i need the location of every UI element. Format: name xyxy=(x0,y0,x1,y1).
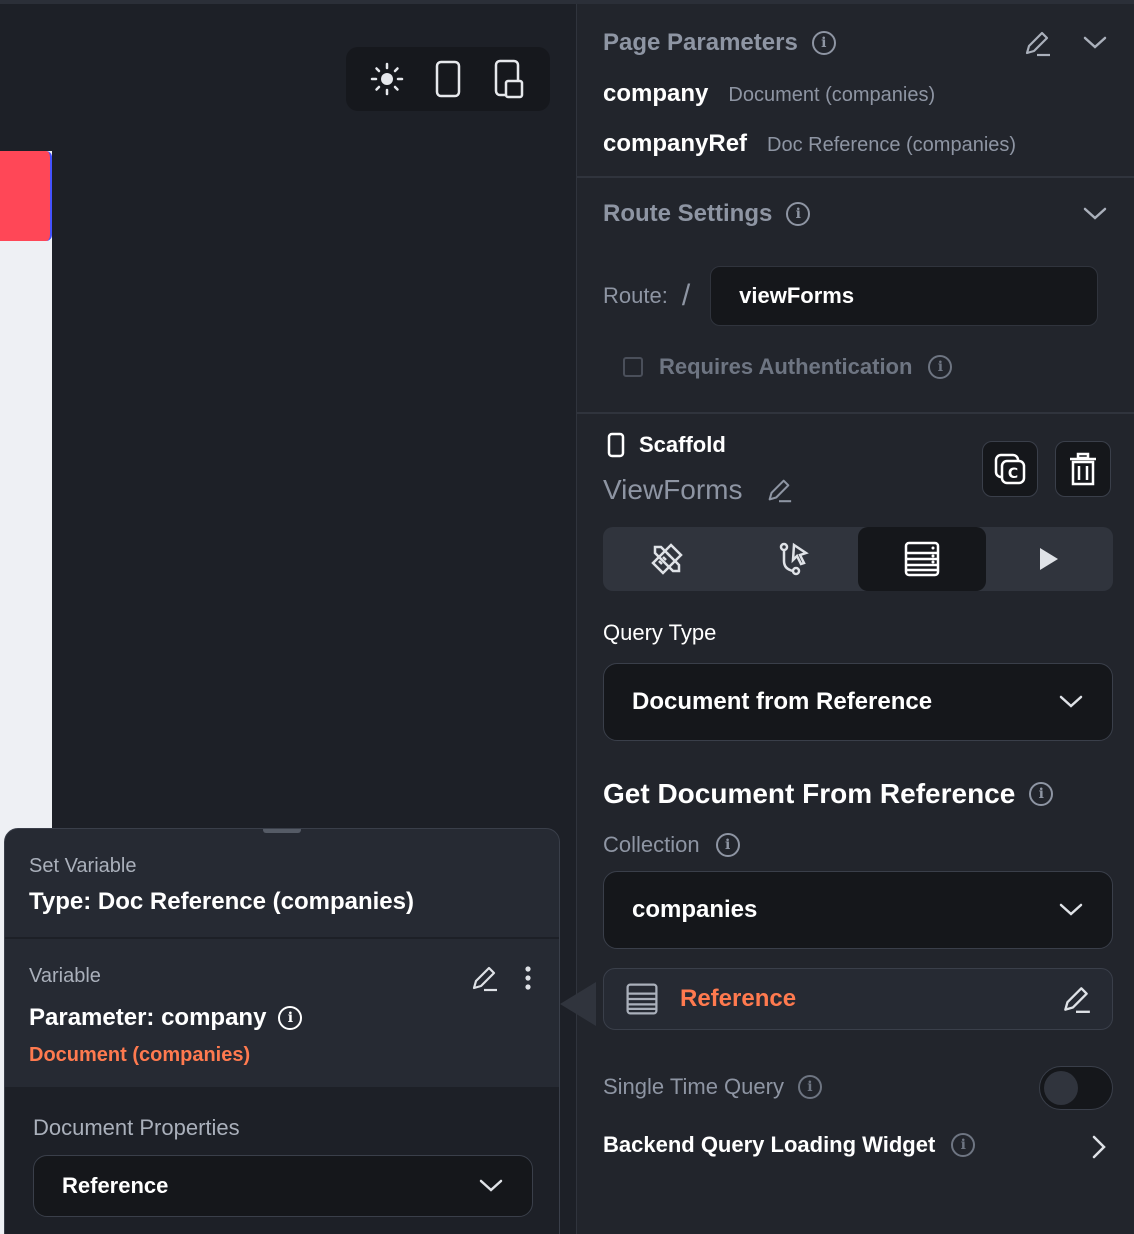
info-icon[interactable]: i xyxy=(786,202,811,226)
widget-type: Scaffold xyxy=(639,432,726,457)
popup-pointer xyxy=(560,982,596,1026)
page-parameters-section: Page Parameters i company Document (comp… xyxy=(577,28,1134,158)
trash-icon xyxy=(1068,452,1098,486)
edit-icon[interactable] xyxy=(765,476,793,504)
reference-field[interactable]: Reference xyxy=(603,968,1113,1030)
play-icon xyxy=(1037,546,1061,572)
variable-section: Variable Parameter: company i Document (… xyxy=(5,939,559,1089)
requires-auth-checkbox[interactable] xyxy=(623,357,643,377)
ruler-pencil-icon xyxy=(647,539,687,579)
document-properties-value: Reference xyxy=(62,1173,169,1198)
single-time-toggle[interactable] xyxy=(1039,1066,1113,1110)
query-type-label: Query Type xyxy=(603,620,717,645)
parameter-row: Parameter: company i xyxy=(29,1004,559,1032)
chevron-down-icon xyxy=(1058,694,1084,710)
divider xyxy=(577,176,1134,178)
chevron-down-icon[interactable] xyxy=(1082,206,1108,222)
device-rotate-icon[interactable] xyxy=(489,59,529,99)
parameter-doc-type: Document (companies) xyxy=(29,1044,251,1066)
collection-label: Collection xyxy=(603,832,700,857)
info-icon[interactable]: i xyxy=(951,1133,976,1157)
loading-widget-label: Backend Query Loading Widget xyxy=(603,1132,936,1157)
page-parameters-title: Page Parameters xyxy=(603,29,798,56)
route-input[interactable]: viewForms xyxy=(710,266,1099,326)
phone-icon[interactable] xyxy=(428,59,468,99)
tab-backend-query[interactable] xyxy=(858,527,986,591)
duplicate-button[interactable]: C xyxy=(982,441,1038,497)
param-name: companyRef xyxy=(603,130,748,157)
requires-auth-label: Requires Authentication xyxy=(659,354,913,379)
chevron-right-icon[interactable] xyxy=(1091,1134,1107,1160)
parameter-name: Parameter: company xyxy=(29,1004,267,1031)
param-type: Document (companies) xyxy=(728,84,936,106)
chevron-down-icon xyxy=(478,1178,504,1194)
query-type-value: Document from Reference xyxy=(632,688,933,715)
svg-text:C: C xyxy=(1008,466,1018,482)
info-icon[interactable]: i xyxy=(811,31,836,55)
branch-cursor-icon xyxy=(774,539,814,579)
copy-icon: C xyxy=(993,452,1027,486)
info-icon[interactable]: i xyxy=(715,833,740,857)
document-properties-section: Document Properties Reference xyxy=(5,1089,559,1234)
database-icon xyxy=(624,981,660,1017)
set-variable-title: Set Variable xyxy=(29,855,137,877)
chevron-down-icon[interactable] xyxy=(1082,35,1108,51)
edit-icon[interactable] xyxy=(1060,983,1092,1015)
delete-button[interactable] xyxy=(1055,441,1111,497)
param-row: companyRef Doc Reference (companies) xyxy=(603,130,1134,158)
tab-run[interactable] xyxy=(986,527,1114,591)
single-time-row: Single Time Query i xyxy=(603,1074,822,1100)
widget-type-row: Scaffold xyxy=(607,432,726,458)
info-icon[interactable]: i xyxy=(1029,782,1054,806)
widget-name: ViewForms xyxy=(603,474,743,505)
database-icon xyxy=(902,539,942,579)
route-settings-title: Route Settings xyxy=(603,200,773,227)
more-vertical-icon[interactable] xyxy=(525,966,531,990)
requires-auth-row: Requires Authentication i xyxy=(623,354,953,380)
route-row: Route: / viewForms xyxy=(603,266,1099,326)
param-name: company xyxy=(603,80,709,107)
sun-icon[interactable] xyxy=(367,59,407,99)
info-icon[interactable]: i xyxy=(797,1075,822,1099)
query-type-dropdown[interactable]: Document from Reference xyxy=(603,663,1113,741)
route-label: Route: xyxy=(603,283,668,308)
collection-value: companies xyxy=(632,896,758,923)
route-settings-section: Route Settings i xyxy=(577,200,1134,228)
param-row: company Document (companies) xyxy=(603,80,1134,108)
collection-dropdown[interactable]: companies xyxy=(603,871,1113,949)
set-variable-type: Type: Doc Reference (companies) xyxy=(29,888,414,915)
reference-label: Reference xyxy=(680,985,797,1012)
route-slash: / xyxy=(681,279,691,312)
document-properties-label: Document Properties xyxy=(33,1115,240,1140)
info-icon[interactable]: i xyxy=(278,1006,303,1030)
tab-properties[interactable] xyxy=(603,527,731,591)
edit-icon[interactable] xyxy=(469,963,499,993)
properties-panel: Page Parameters i company Document (comp… xyxy=(576,4,1134,1234)
set-variable-popup: Set Variable Type: Doc Reference (compan… xyxy=(4,828,560,1234)
set-variable-header: Set Variable Type: Doc Reference (compan… xyxy=(5,829,559,939)
info-icon[interactable]: i xyxy=(928,355,953,379)
loading-widget-row[interactable]: Backend Query Loading Widget i xyxy=(603,1132,976,1158)
chevron-down-icon xyxy=(1058,902,1084,918)
param-type: Doc Reference (companies) xyxy=(767,134,1017,156)
single-time-label: Single Time Query xyxy=(603,1074,784,1099)
document-properties-dropdown[interactable]: Reference xyxy=(33,1155,533,1217)
edit-icon[interactable] xyxy=(1022,28,1052,58)
collection-label-row: Collection i xyxy=(603,832,740,858)
get-document-heading-row: Get Document From Reference i xyxy=(603,778,1054,810)
device-toolbar xyxy=(346,47,550,111)
widget-name-row: ViewForms xyxy=(603,474,793,506)
phone-icon xyxy=(607,432,625,458)
preview-red-header xyxy=(0,151,52,241)
tab-actions[interactable] xyxy=(731,527,859,591)
get-document-heading: Get Document From Reference xyxy=(603,778,1016,809)
divider xyxy=(577,412,1134,414)
panel-tabs xyxy=(603,527,1113,591)
